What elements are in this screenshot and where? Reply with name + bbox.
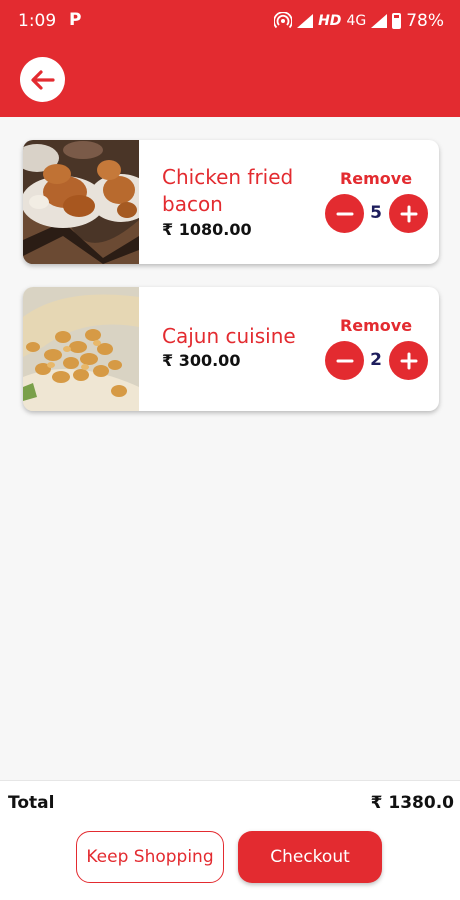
total-label: Total xyxy=(8,793,55,813)
item-quantity: 2 xyxy=(370,350,382,370)
total-value: ₹ 1380.0 xyxy=(370,793,454,813)
item-name: Chicken fried bacon xyxy=(162,165,294,216)
battery-percent: 78% xyxy=(406,11,444,31)
network-hd-label: HD xyxy=(318,13,342,29)
decrease-quantity-button[interactable] xyxy=(325,194,364,233)
item-price: ₹ 1080.00 xyxy=(162,220,252,239)
app-notification-icon: P xyxy=(69,10,82,30)
checkout-button[interactable]: Checkout xyxy=(238,831,382,883)
plus-icon xyxy=(400,352,417,369)
minus-icon xyxy=(336,212,353,215)
food-image xyxy=(23,287,139,411)
increase-quantity-button[interactable] xyxy=(389,341,428,380)
arrow-left-icon xyxy=(30,69,55,90)
keep-shopping-button[interactable]: Keep Shopping xyxy=(76,831,224,883)
hotspot-icon xyxy=(274,12,293,29)
item-quantity: 5 xyxy=(370,203,382,223)
cart-item: Cajun cuisine ₹ 300.00 Remove 2 xyxy=(23,287,439,411)
app-header: 1:09 P HD 4G 78% xyxy=(0,0,460,117)
back-button[interactable] xyxy=(20,57,65,102)
status-bar: 1:09 P HD 4G 78% xyxy=(0,0,460,44)
item-name: Cajun cuisine xyxy=(162,324,296,348)
remove-button[interactable]: Remove xyxy=(336,316,416,335)
item-price: ₹ 300.00 xyxy=(162,351,241,370)
plus-icon xyxy=(400,205,417,222)
increase-quantity-button[interactable] xyxy=(389,194,428,233)
status-time: 1:09 xyxy=(18,11,57,31)
battery-icon xyxy=(392,13,402,29)
status-indicators: HD 4G 78% xyxy=(274,11,444,31)
signal-strength-icon xyxy=(371,14,388,28)
minus-icon xyxy=(336,359,353,362)
network-type-label: 4G xyxy=(346,13,367,29)
cart-item: Chicken fried bacon ₹ 1080.00 Remove 5 xyxy=(23,140,439,264)
checkout-footer: Total ₹ 1380.0 Keep Shopping Checkout xyxy=(0,780,460,900)
remove-button[interactable]: Remove xyxy=(336,169,416,188)
food-image xyxy=(23,140,139,264)
signal-icon xyxy=(297,14,314,28)
decrease-quantity-button[interactable] xyxy=(325,341,364,380)
